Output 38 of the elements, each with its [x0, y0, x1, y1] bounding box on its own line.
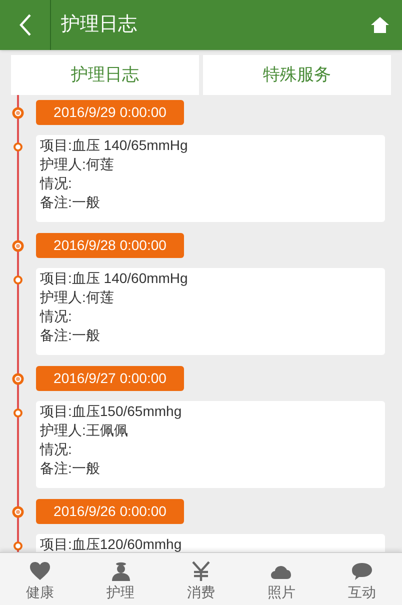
log-line: 情况:	[40, 174, 73, 193]
nav-item[interactable]: 健康	[0, 553, 80, 605]
date-badge: 2016/9/29 0:00:00	[36, 100, 184, 125]
nav-item[interactable]: 照片	[241, 553, 322, 605]
timeline-dot-icon	[12, 106, 24, 118]
date-badge: 2016/9/27 0:00:00	[36, 366, 184, 391]
heart-icon	[29, 560, 52, 580]
log-line: 情况:	[40, 440, 73, 459]
date-badge: 2016/9/26 0:00:00	[36, 499, 184, 524]
yen-icon	[190, 560, 212, 580]
back-icon	[18, 13, 32, 37]
timeline-dot-icon	[12, 240, 24, 252]
home-icon	[371, 17, 389, 33]
log-line: 情况:	[40, 307, 73, 326]
nurse-icon	[110, 560, 132, 580]
chat-icon	[350, 560, 373, 580]
timeline-dot-icon	[13, 275, 23, 285]
timeline-dot-icon	[12, 372, 24, 384]
log-line: 备注:一般	[40, 459, 101, 478]
log-line: 护理人:何莲	[40, 288, 115, 307]
timeline-dot-icon	[13, 142, 23, 152]
log-line: 项目:血压120/60mmhg	[40, 535, 183, 554]
log-line: 项目:血压 140/65mmHg	[40, 136, 189, 155]
tab[interactable]: 护理日志	[11, 55, 199, 95]
date-badge: 2016/9/28 0:00:00	[36, 233, 184, 258]
log-line: 备注:一般	[40, 193, 101, 212]
log-line: 护理人:王佩佩	[40, 421, 129, 440]
timeline-dot-icon	[12, 506, 24, 518]
log-line: 备注:一般	[40, 326, 101, 345]
nav-item[interactable]: 护理	[80, 553, 161, 605]
log-line: 项目:血压 140/60mmHg	[40, 269, 189, 288]
log-line: 项目:血压150/65mmhg	[40, 402, 183, 421]
page-title: 护理日志	[61, 12, 138, 37]
log-line: 护理人:何莲	[40, 155, 115, 174]
nav-item[interactable]: 互动	[322, 553, 402, 605]
timeline-dot-icon	[13, 408, 23, 418]
nav-item[interactable]: 消费	[160, 553, 242, 605]
tab[interactable]: 特殊服务	[203, 55, 391, 95]
